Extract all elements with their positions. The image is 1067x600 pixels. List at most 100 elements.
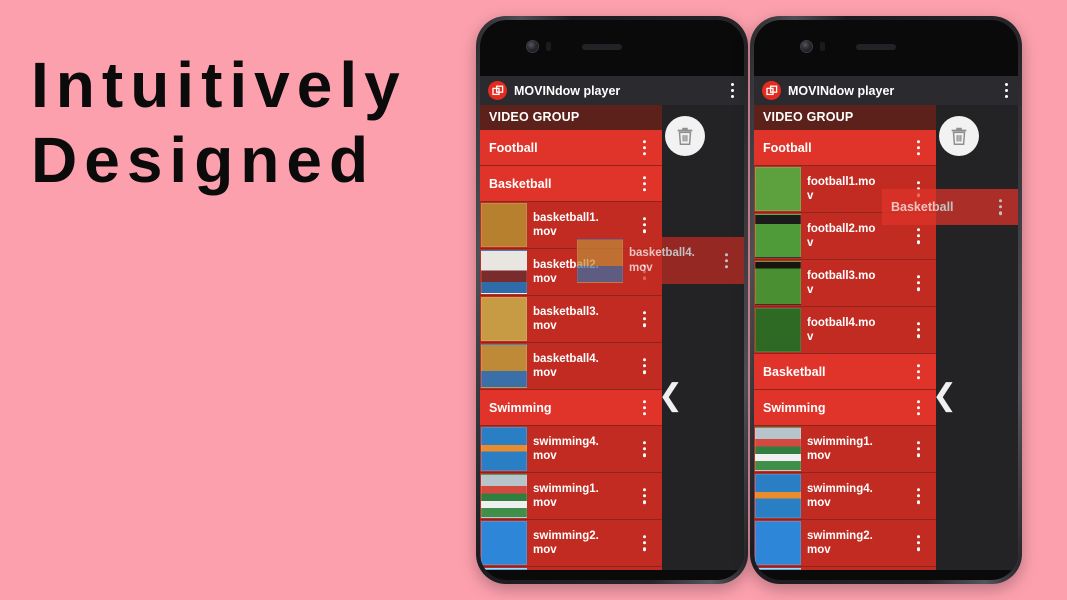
video-row[interactable]: swimming3.mov: [480, 567, 662, 570]
video-group-list-right[interactable]: VIDEO GROUP Football football1.mov footbal…: [754, 105, 936, 570]
page-title: Intuitively Designed: [31, 49, 407, 196]
row-overflow-menu-button[interactable]: [642, 535, 646, 551]
row-overflow-menu-button[interactable]: [642, 311, 646, 327]
video-filename: basketball4.mov: [533, 352, 599, 379]
video-row[interactable]: swimming2.mov: [480, 520, 662, 567]
video-row[interactable]: football2.mov: [754, 213, 936, 260]
video-filename: swimming2.mov: [533, 529, 599, 556]
video-filename: basketball3.mov: [533, 305, 599, 332]
row-overflow-menu-button[interactable]: [916, 181, 920, 197]
group-label: Swimming: [489, 400, 552, 415]
row-overflow-menu-button[interactable]: [642, 441, 646, 457]
video-row[interactable]: swimming1.mov: [480, 473, 662, 520]
group-row[interactable]: Swimming: [754, 390, 936, 426]
video-thumbnail: [481, 568, 527, 570]
group-row[interactable]: Basketball: [754, 354, 936, 390]
video-thumbnail: [755, 167, 801, 211]
video-filename: swimming1.mov: [807, 435, 873, 462]
sensor-icon: [546, 42, 551, 51]
group-label: Swimming: [763, 400, 826, 415]
row-overflow-menu-button[interactable]: [642, 175, 646, 192]
row-overflow-menu-button[interactable]: [916, 139, 920, 156]
video-row[interactable]: swimming4.mov: [480, 426, 662, 473]
row-overflow-menu-button[interactable]: [998, 199, 1002, 215]
row-overflow-menu-button[interactable]: [916, 399, 920, 416]
trash-drop-target-right[interactable]: [939, 116, 979, 156]
video-row[interactable]: swimming1.mov: [754, 426, 936, 473]
video-thumbnail: [481, 344, 527, 388]
group-label: Football: [763, 140, 812, 155]
section-header-left: VIDEO GROUP: [480, 105, 662, 130]
camera-icon: [800, 40, 813, 53]
speaker-grille-icon: [856, 44, 896, 50]
video-row[interactable]: swimming3.mov: [754, 567, 936, 570]
video-row[interactable]: football3.mov: [754, 260, 936, 307]
row-overflow-menu-button[interactable]: [724, 252, 728, 269]
video-thumbnail: [481, 474, 527, 518]
section-header-right: VIDEO GROUP: [754, 105, 936, 130]
phone-screen-bezel-left: MOVINdow player ❮ VIDEO GROUP Football Ba…: [480, 20, 744, 580]
row-overflow-menu-button[interactable]: [642, 358, 646, 374]
video-thumbnail: [481, 521, 527, 565]
row-overflow-menu-button[interactable]: [916, 228, 920, 244]
video-filename: football3.mov: [807, 269, 876, 296]
video-filename: swimming4.mov: [533, 435, 599, 462]
row-overflow-menu-button[interactable]: [916, 363, 920, 380]
video-filename: football4.mov: [807, 316, 876, 343]
video-row[interactable]: basketball3.mov: [480, 296, 662, 343]
video-row[interactable]: football1.mov: [754, 166, 936, 213]
video-group-list-left[interactable]: VIDEO GROUP Football Basketball basketball…: [480, 105, 662, 570]
video-filename: swimming2.mov: [807, 529, 873, 556]
video-filename: basketball2.mov: [533, 258, 599, 285]
row-overflow-menu-button[interactable]: [642, 488, 646, 504]
video-filename: football2.mov: [807, 222, 876, 249]
app-logo-icon: [488, 81, 507, 100]
chevron-left-icon-right[interactable]: ❮: [932, 381, 957, 411]
row-overflow-menu-button[interactable]: [642, 264, 646, 280]
video-row[interactable]: football4.mov: [754, 307, 936, 354]
phone-screen-bezel-right: MOVINdow player ❮ VIDEO GROUP Football fo…: [754, 20, 1018, 580]
video-thumbnail: [481, 203, 527, 247]
video-thumbnail: [755, 214, 801, 258]
row-overflow-menu-button[interactable]: [916, 488, 920, 504]
app-logo-icon: [762, 81, 781, 100]
video-row[interactable]: basketball1.mov: [480, 202, 662, 249]
row-overflow-menu-button[interactable]: [916, 535, 920, 551]
row-overflow-menu-button[interactable]: [916, 441, 920, 457]
video-thumbnail: [481, 427, 527, 471]
video-filename: basketball1.mov: [533, 211, 599, 238]
video-thumbnail: [755, 474, 801, 518]
group-row[interactable]: Football: [480, 130, 662, 166]
row-overflow-menu-button[interactable]: [642, 399, 646, 416]
group-label: Basketball: [489, 176, 552, 191]
camera-icon: [526, 40, 539, 53]
phone-mockup-right: MOVINdow player ❮ VIDEO GROUP Football fo…: [750, 16, 1022, 584]
row-overflow-menu-button[interactable]: [642, 139, 646, 156]
row-overflow-menu-button[interactable]: [642, 217, 646, 233]
video-row[interactable]: swimming2.mov: [754, 520, 936, 567]
trash-can-icon: [677, 127, 693, 145]
list-container-left: Football Basketball basketball1.mov basketb…: [480, 130, 662, 570]
video-thumbnail: [755, 568, 801, 570]
app-screen-left: MOVINdow player ❮ VIDEO GROUP Football Ba…: [480, 76, 744, 570]
overflow-menu-button-left[interactable]: [730, 82, 734, 99]
app-screen-right: MOVINdow player ❮ VIDEO GROUP Football fo…: [754, 76, 1018, 570]
video-row[interactable]: basketball2.mov: [480, 249, 662, 296]
app-bar-right: MOVINdow player: [754, 76, 1018, 105]
chevron-left-icon-left[interactable]: ❮: [658, 381, 683, 411]
group-row[interactable]: Swimming: [480, 390, 662, 426]
video-thumbnail: [755, 521, 801, 565]
video-row[interactable]: basketball4.mov: [480, 343, 662, 390]
video-row[interactable]: swimming4.mov: [754, 473, 936, 520]
sensor-icon: [820, 42, 825, 51]
overflow-menu-button-right[interactable]: [1004, 82, 1008, 99]
group-row[interactable]: Basketball: [480, 166, 662, 202]
video-filename: football1.mov: [807, 175, 876, 202]
row-overflow-menu-button[interactable]: [916, 322, 920, 338]
trash-drop-target-left[interactable]: [665, 116, 705, 156]
row-overflow-menu-button[interactable]: [916, 275, 920, 291]
app-title-right: MOVINdow player: [788, 83, 895, 98]
list-container-right: Football football1.mov football2.mov footba…: [754, 130, 936, 570]
video-thumbnail: [755, 427, 801, 471]
group-row[interactable]: Football: [754, 130, 936, 166]
